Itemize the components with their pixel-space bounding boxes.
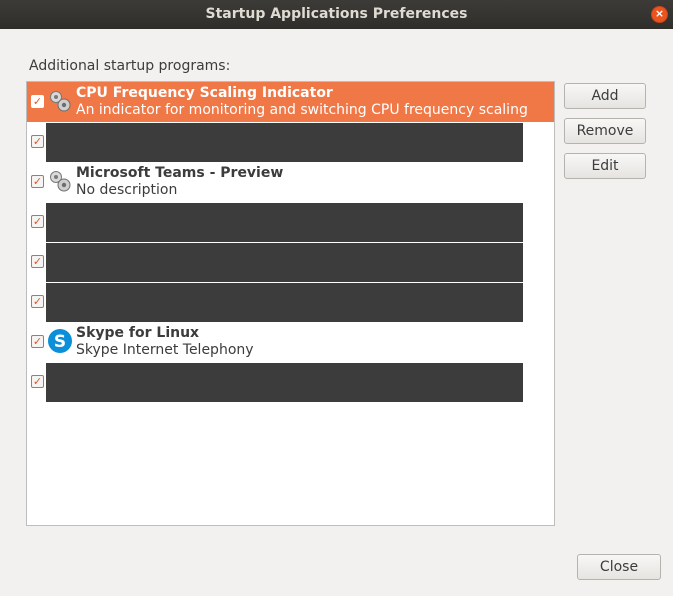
program-row[interactable]: ✓	[27, 282, 554, 322]
program-row[interactable]: ✓	[27, 122, 554, 162]
section-label: Additional startup programs:	[29, 58, 231, 74]
program-enabled-checkbox[interactable]: ✓	[31, 95, 44, 108]
program-row[interactable]: ✓	[27, 362, 554, 402]
redacted-block	[46, 363, 523, 402]
program-row[interactable]: ✓	[27, 242, 554, 282]
add-button[interactable]: Add	[564, 83, 646, 109]
program-description: No description	[76, 182, 178, 198]
edit-button[interactable]: Edit	[564, 153, 646, 179]
program-row[interactable]: ✓ S Skype for Linux Skype Internet Telep…	[27, 322, 554, 362]
close-button[interactable]: Close	[577, 554, 661, 580]
program-description: Skype Internet Telephony	[76, 342, 254, 358]
startup-programs-list[interactable]: ✓ CPU Frequency Scaling Indicator An ind…	[26, 81, 555, 526]
redacted-block	[46, 123, 523, 162]
program-enabled-checkbox[interactable]: ✓	[31, 375, 44, 388]
gears-icon	[50, 91, 71, 112]
redacted-block	[46, 243, 523, 282]
startup-applications-window: Startup Applications Preferences × Addit…	[0, 0, 673, 596]
program-enabled-checkbox[interactable]: ✓	[31, 215, 44, 228]
program-enabled-checkbox[interactable]: ✓	[31, 295, 44, 308]
program-enabled-checkbox[interactable]: ✓	[31, 335, 44, 348]
window-close-icon[interactable]: ×	[651, 6, 668, 23]
program-enabled-checkbox[interactable]: ✓	[31, 255, 44, 268]
remove-button[interactable]: Remove	[564, 118, 646, 144]
svg-text:S: S	[54, 332, 66, 352]
program-enabled-checkbox[interactable]: ✓	[31, 135, 44, 148]
program-enabled-checkbox[interactable]: ✓	[31, 175, 44, 188]
window-title: Startup Applications Preferences	[205, 6, 468, 22]
title-bar: Startup Applications Preferences ×	[0, 0, 673, 29]
redacted-block	[46, 283, 523, 322]
program-name: Skype for Linux	[76, 325, 200, 341]
program-name: CPU Frequency Scaling Indicator	[76, 85, 333, 101]
program-row[interactable]: ✓ Microsoft Teams - Preview No descripti…	[27, 162, 554, 202]
program-description: An indicator for monitoring and switchin…	[76, 102, 528, 118]
program-row[interactable]: ✓ CPU Frequency Scaling Indicator An ind…	[27, 82, 554, 122]
gears-icon	[50, 171, 71, 192]
redacted-block	[46, 203, 523, 242]
program-name: Microsoft Teams - Preview	[76, 165, 284, 181]
skype-icon: S	[48, 329, 72, 353]
program-row[interactable]: ✓	[27, 202, 554, 242]
